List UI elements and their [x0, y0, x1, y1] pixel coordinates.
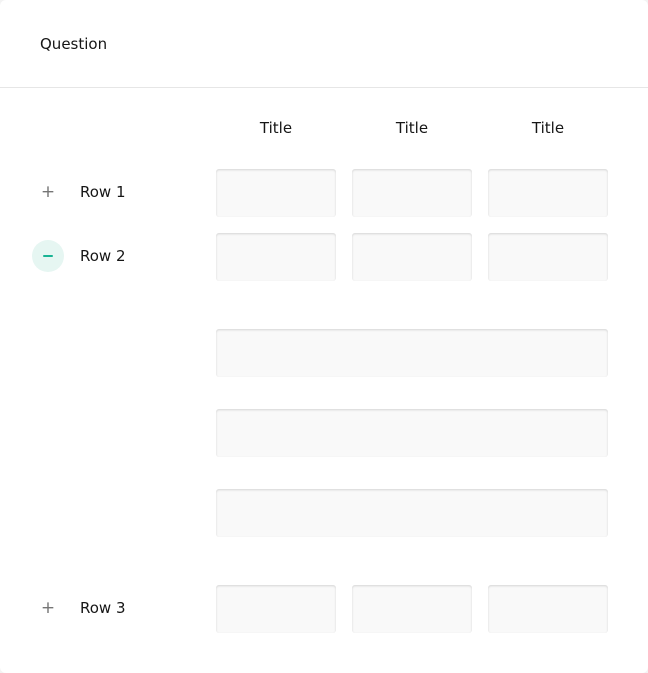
row-2-detail-field-3[interactable]: [216, 489, 608, 537]
plus-icon: +: [40, 597, 56, 618]
plus-icon: +: [40, 181, 56, 202]
row-3-cell-2[interactable]: [352, 585, 472, 633]
column-header: Title: [531, 119, 565, 137]
row-1-cell-1[interactable]: [216, 169, 336, 217]
row-2-label: Row 2: [80, 247, 126, 265]
row-3-label: Row 3: [80, 599, 126, 617]
row-1-expand-button[interactable]: +: [32, 176, 64, 208]
row-2-cell-2[interactable]: [352, 233, 472, 281]
row-1-cell-2[interactable]: [352, 169, 472, 217]
column-header: Title: [259, 119, 293, 137]
row-1-label: Row 1: [80, 183, 126, 201]
matrix-dynamic-question: Question Title Title Title + Row 1 Row 2…: [0, 0, 648, 673]
row-3-cell-1[interactable]: [216, 585, 336, 633]
row-2-detail-field-1[interactable]: [216, 329, 608, 377]
row-2-detail-field-2[interactable]: [216, 409, 608, 457]
column-header: Title: [395, 119, 429, 137]
row-2-cell-3[interactable]: [488, 233, 608, 281]
row-2-collapse-button[interactable]: [32, 240, 64, 272]
row-2-cell-1[interactable]: [216, 233, 336, 281]
row-1-cell-3[interactable]: [488, 169, 608, 217]
row-3-expand-button[interactable]: +: [32, 592, 64, 624]
matrix-table: Title Title Title + Row 1 Row 2 + Row 3: [0, 88, 648, 673]
question-title: Question: [0, 0, 648, 88]
minus-icon: [43, 255, 53, 257]
row-3-cell-3[interactable]: [488, 585, 608, 633]
